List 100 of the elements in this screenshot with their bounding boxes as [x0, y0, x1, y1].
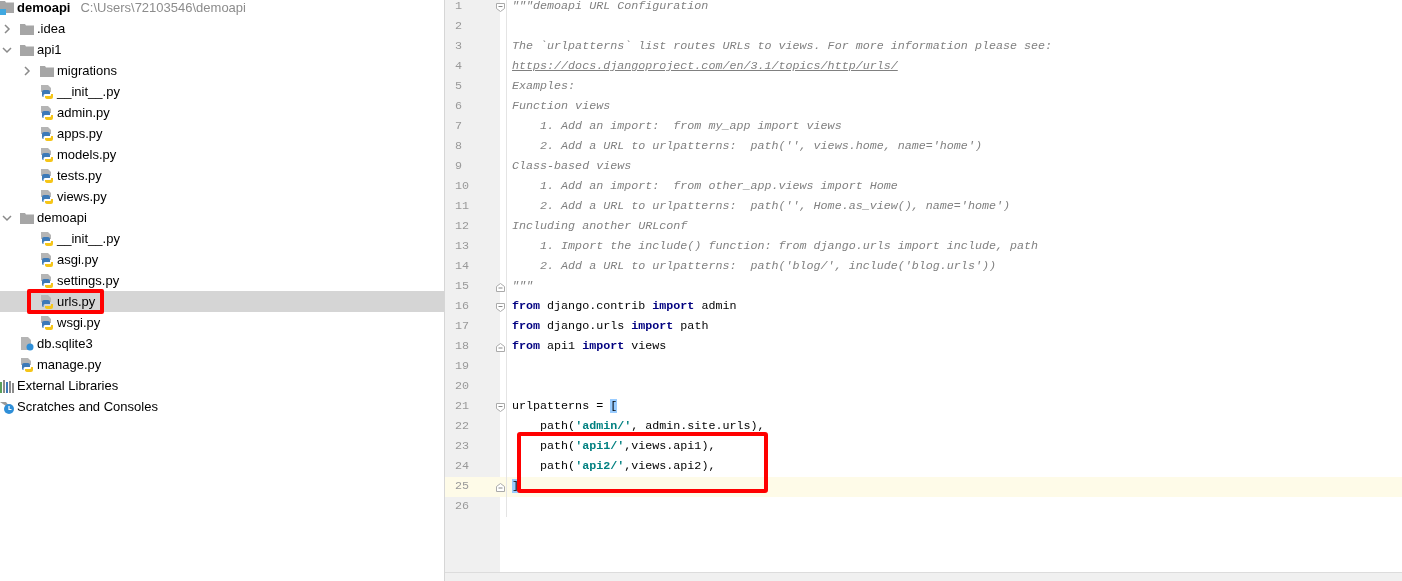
code-line: https://docs.djangoproject.com/en/3.1/topics/http/urls/ — [511, 58, 898, 76]
line-number: 20 — [454, 378, 471, 396]
tree-item-label: settings.py — [57, 271, 120, 290]
line-number: 22 — [454, 418, 471, 436]
line-number: 14 — [454, 258, 471, 276]
line-number: 25 — [454, 478, 471, 496]
tree-row[interactable]: migrations — [0, 60, 444, 81]
line-number: 6 — [454, 98, 463, 116]
fold-marker-icon[interactable] — [496, 282, 505, 292]
code-line: 1. Add an import: from my_app import views — [539, 118, 842, 136]
code-line: path('api2/',views.api2), — [539, 458, 716, 476]
code-line: """demoapi URL Configuration — [511, 0, 709, 16]
line-number: 16 — [454, 298, 471, 316]
code-line: 2. Add a URL to urlpatterns: path('', views.home, name='home') — [539, 138, 982, 156]
tree-item-label: wsgi.py — [57, 313, 101, 332]
code-line: urlpatterns = [ — [511, 398, 618, 416]
line-number: 15 — [454, 278, 471, 296]
code-line: Class-based views — [511, 158, 632, 176]
tree-row[interactable]: settings.py — [0, 270, 444, 291]
unknown-file-icon — [20, 336, 34, 351]
tree-row[interactable]: apps.py — [0, 123, 444, 144]
tree-row[interactable]: admin.py — [0, 102, 444, 123]
tree-item-label: api1 — [37, 40, 62, 59]
code-line: Examples: — [511, 78, 576, 96]
line-number: 9 — [454, 158, 463, 176]
tree-row[interactable]: asgi.py — [0, 249, 444, 270]
python-file-icon — [40, 84, 54, 99]
code-line: Function views — [511, 98, 611, 116]
tree-row[interactable]: demoapi — [0, 207, 444, 228]
tree-row[interactable]: tests.py — [0, 165, 444, 186]
tree-row[interactable]: db.sqlite3 — [0, 333, 444, 354]
tree-item-label: asgi.py — [57, 250, 99, 269]
tree-item-label: Scratches and Consoles — [17, 397, 158, 416]
tree-item-label: db.sqlite3 — [37, 334, 93, 353]
tree-item-label: admin.py — [57, 103, 110, 122]
tree-item-label: .idea — [37, 19, 66, 38]
code-line: 2. Add a URL to urlpatterns: path('blog/', include('blog.urls')) — [539, 258, 996, 276]
code-line: path('api1/',views.api1), — [539, 438, 716, 456]
scratch-clock-icon — [0, 399, 14, 414]
line-number: 23 — [454, 438, 471, 456]
python-file-icon — [40, 126, 54, 141]
tree-row[interactable]: wsgi.py — [0, 312, 444, 333]
fold-marker-icon[interactable] — [496, 482, 505, 492]
python-file-icon — [40, 168, 54, 183]
line-number: 2 — [454, 18, 463, 36]
tree-row[interactable]: views.py — [0, 186, 444, 207]
python-file-icon — [40, 315, 54, 330]
line-number: 5 — [454, 78, 463, 96]
line-number: 13 — [454, 238, 471, 256]
tree-row[interactable]: demoapi C:\Users\72103546\demoapi — [0, 0, 444, 18]
tree-row[interactable]: .idea — [0, 18, 444, 39]
line-number: 26 — [454, 498, 471, 516]
fold-marker-icon[interactable] — [496, 302, 505, 312]
fold-marker-icon[interactable] — [496, 2, 505, 12]
python-file-icon — [40, 273, 54, 288]
tree-row[interactable]: External Libraries — [0, 375, 444, 396]
python-file-icon — [20, 357, 34, 372]
tree-item-label: models.py — [57, 145, 117, 164]
fold-marker-icon[interactable] — [496, 402, 505, 412]
line-number: 3 — [454, 38, 463, 56]
line-number: 10 — [454, 178, 471, 196]
folder-icon — [20, 42, 34, 57]
line-number: 4 — [454, 58, 463, 76]
tree-item-label: urls.py — [57, 292, 96, 311]
tree-row[interactable]: models.py — [0, 144, 444, 165]
fold-marker-icon[interactable] — [496, 342, 505, 352]
python-file-icon — [40, 294, 54, 309]
python-file-icon — [40, 105, 54, 120]
line-number: 21 — [454, 398, 471, 416]
tree-item-label: manage.py — [37, 355, 102, 374]
tree-item-label: __init__.py — [57, 82, 120, 101]
code-line: from api1 import views — [511, 338, 667, 356]
tree-item-label: apps.py — [57, 124, 103, 143]
line-number: 17 — [454, 318, 471, 336]
tree-item-label: migrations — [57, 61, 117, 80]
line-number: 8 — [454, 138, 463, 156]
line-number: 7 — [454, 118, 463, 136]
line-number: 11 — [454, 198, 471, 216]
tree-item-label: __init__.py — [57, 229, 120, 248]
tree-item-label: views.py — [57, 187, 107, 206]
tree-row[interactable]: manage.py — [0, 354, 444, 375]
tree-row[interactable]: __init__.py — [0, 81, 444, 102]
tree-item-label: demoapi — [37, 208, 87, 227]
code-line: 1. Import the include() function: from django.urls import include, path — [539, 238, 1039, 256]
tree-row[interactable]: urls.py — [0, 291, 444, 312]
tree-item-label: tests.py — [57, 166, 102, 185]
folder-icon — [20, 210, 34, 225]
code-line: path('admin/', admin.site.urls), — [539, 418, 765, 436]
tree-item-label: External Libraries — [17, 376, 119, 395]
python-file-icon — [40, 231, 54, 246]
line-number: 19 — [454, 358, 471, 376]
python-file-icon — [40, 189, 54, 204]
libraries-icon — [0, 378, 14, 393]
line-number: 12 — [454, 218, 471, 236]
project-path: C:\Users\72103546\demoapi — [80, 0, 246, 17]
tree-row[interactable]: Scratches and Consoles — [0, 396, 444, 417]
tree-row[interactable]: api1 — [0, 39, 444, 60]
code-line: 2. Add a URL to urlpatterns: path('', Home.as_view(), name='home') — [539, 198, 1010, 216]
code-line: from django.urls import path — [511, 318, 709, 336]
tree-row[interactable]: __init__.py — [0, 228, 444, 249]
